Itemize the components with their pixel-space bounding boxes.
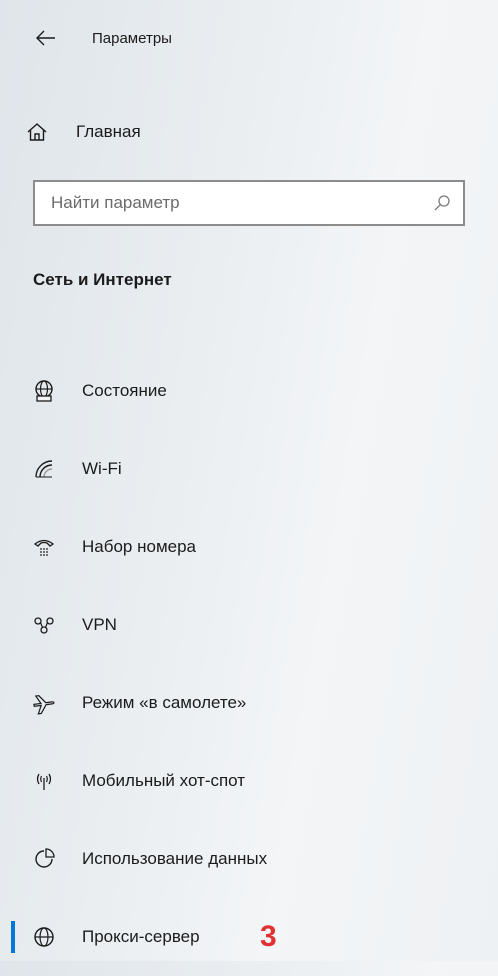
selection-indicator [11,921,15,953]
vpn-icon [30,611,58,639]
annotation-marker: 3 [260,920,277,953]
back-button[interactable] [28,20,64,56]
hotspot-icon [30,767,58,795]
nav-item-data-usage[interactable]: Использование данных [0,820,498,898]
nav-item-wifi[interactable]: Wi-Fi [0,430,498,508]
search-box[interactable] [33,180,465,226]
nav-label: Набор номера [82,537,196,556]
section-title: Сеть и Интернет [33,270,172,289]
nav-item-airplane-mode[interactable]: Режим «в самолете» [0,664,498,742]
nav-label: Мобильный хот-спот [82,771,246,790]
nav-item-mobile-hotspot[interactable]: Мобильный хот-спот [0,742,498,820]
home-icon [26,121,62,143]
nav-label: Wi-Fi [82,459,122,478]
data-usage-icon [30,845,58,873]
airplane-icon [30,689,58,717]
home-label: Главная [76,122,141,141]
search-icon[interactable] [431,192,453,214]
nav-label: Режим «в самолете» [82,693,247,712]
search-input[interactable] [49,192,431,214]
nav-item-proxy[interactable]: Прокси-сервер 3 [0,898,498,976]
nav-item-status[interactable]: Состояние [0,352,498,430]
dial-up-icon [30,533,58,561]
title-bar: Параметры [0,18,498,62]
nav-label: Использование данных [82,849,268,868]
home-link[interactable]: Главная [26,112,141,152]
nav-item-vpn[interactable]: VPN [0,586,498,664]
nav-item-dial-up[interactable]: Набор номера [0,508,498,586]
nav-label: VPN [82,615,117,634]
nav-label: Прокси-сервер [82,927,200,946]
app-title: Параметры [92,30,172,47]
nav-label: Состояние [82,381,167,400]
arrow-left-icon [36,30,56,46]
nav-list: Состояние Wi-Fi Набор номера VPN Режим «… [0,352,498,976]
globe-status-icon [30,377,58,405]
wifi-icon [30,455,58,483]
proxy-globe-icon [30,923,58,951]
